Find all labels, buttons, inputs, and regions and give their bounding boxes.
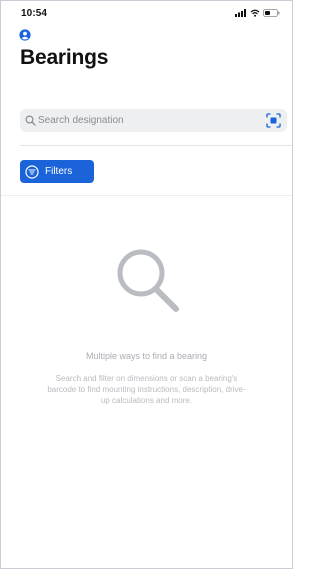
filters-label: Filters: [45, 166, 73, 177]
wifi-icon: [250, 9, 260, 17]
search-bar[interactable]: [20, 109, 287, 132]
account-icon[interactable]: [19, 29, 31, 41]
filters-button[interactable]: Filters: [20, 160, 94, 183]
search-icon: [25, 115, 36, 126]
signal-icon: [235, 9, 246, 17]
empty-state-text: Search and filter on dimensions or scan …: [47, 374, 246, 405]
section-divider: [1, 195, 292, 196]
divider: [20, 145, 292, 146]
search-input[interactable]: [38, 109, 258, 132]
battery-icon: [263, 9, 280, 17]
filter-icon: [25, 164, 39, 179]
barcode-scan-icon[interactable]: [266, 113, 281, 128]
magnifier-icon: [117, 249, 179, 312]
empty-state-heading: Multiple ways to find a bearing: [85, 351, 208, 361]
app-screen: 10:54 Bearings Search designation Filter…: [0, 0, 293, 569]
status-time: 10:54: [21, 8, 48, 19]
status-bar: 10:54: [1, 1, 292, 25]
page-title: Bearings: [20, 46, 109, 69]
status-icons: [235, 9, 280, 17]
